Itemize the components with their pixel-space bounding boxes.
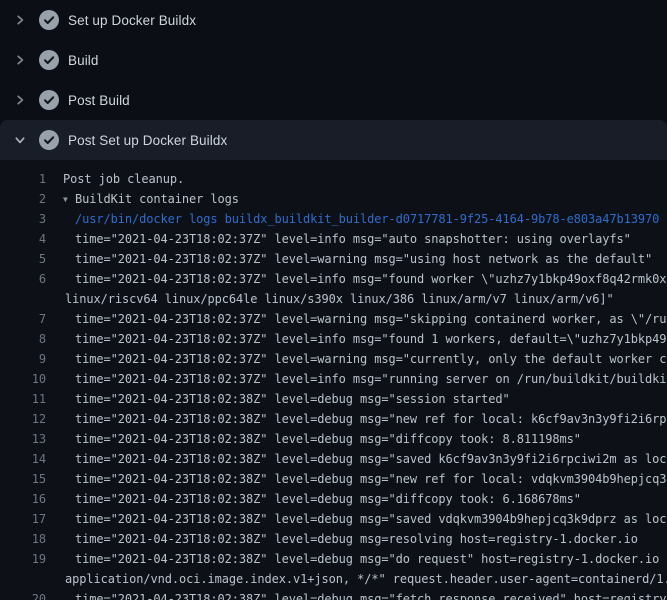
log-text: time="2021-04-23T18:02:37Z" level=info m… <box>46 269 667 289</box>
log-line-number[interactable]: 19 <box>0 549 46 569</box>
log-line-number[interactable] <box>0 289 46 309</box>
log-line: linux/riscv64 linux/ppc64le linux/s390x … <box>0 289 667 309</box>
log-line: 1Post job cleanup. <box>0 169 667 189</box>
log-line: 8time="2021-04-23T18:02:37Z" level=info … <box>0 329 667 349</box>
log-panel: 1Post job cleanup.2▼BuildKit container l… <box>0 160 667 600</box>
log-text: time="2021-04-23T18:02:37Z" level=warnin… <box>46 349 667 369</box>
step-label: Build <box>68 53 99 68</box>
log-line-number[interactable]: 13 <box>0 429 46 449</box>
step-label: Set up Docker Buildx <box>68 13 196 28</box>
step-post-set-up-docker-buildx[interactable]: Post Set up Docker Buildx <box>0 120 667 160</box>
log-line-number[interactable]: 2 <box>0 189 46 209</box>
log-line-number[interactable]: 18 <box>0 529 46 549</box>
log-text: Post job cleanup. <box>46 169 667 189</box>
step-label: Post Set up Docker Buildx <box>68 133 227 148</box>
step-list: Set up Docker Buildx Build Post Build <box>0 0 667 160</box>
log-text: time="2021-04-23T18:02:38Z" level=debug … <box>46 589 667 600</box>
log-line-number[interactable]: 5 <box>0 249 46 269</box>
log-text: time="2021-04-23T18:02:38Z" level=debug … <box>46 449 667 469</box>
group-expanded-icon[interactable]: ▼ <box>63 190 75 209</box>
log-text: time="2021-04-23T18:02:37Z" level=info m… <box>46 329 667 349</box>
log-text: linux/riscv64 linux/ppc64le linux/s390x … <box>46 289 667 309</box>
log-line: 4time="2021-04-23T18:02:37Z" level=info … <box>0 229 667 249</box>
log-line: 15time="2021-04-23T18:02:38Z" level=debu… <box>0 469 667 489</box>
log-line: 16time="2021-04-23T18:02:38Z" level=debu… <box>0 489 667 509</box>
log-line: 6time="2021-04-23T18:02:37Z" level=info … <box>0 269 667 289</box>
log-line: application/vnd.oci.image.index.v1+json,… <box>0 569 667 589</box>
log-line: 3/usr/bin/docker logs buildx_buildkit_bu… <box>0 209 667 229</box>
log-text: time="2021-04-23T18:02:38Z" level=debug … <box>46 429 667 449</box>
log-line-number[interactable]: 4 <box>0 229 46 249</box>
chevron-right-icon[interactable] <box>13 53 27 67</box>
chevron-right-icon[interactable] <box>13 13 27 27</box>
log-command-text: /usr/bin/docker logs buildx_buildkit_bui… <box>46 209 667 229</box>
check-circle-icon <box>39 50 59 70</box>
check-circle-icon <box>39 130 59 150</box>
log-text: time="2021-04-23T18:02:38Z" level=debug … <box>46 509 667 529</box>
log-text: time="2021-04-23T18:02:38Z" level=debug … <box>46 489 667 509</box>
log-line: 18time="2021-04-23T18:02:38Z" level=debu… <box>0 529 667 549</box>
log-line-number[interactable]: 7 <box>0 309 46 329</box>
log-line-number[interactable]: 8 <box>0 329 46 349</box>
log-text: application/vnd.oci.image.index.v1+json,… <box>46 569 667 589</box>
log-text: time="2021-04-23T18:02:38Z" level=debug … <box>46 409 667 429</box>
check-circle-icon <box>39 90 59 110</box>
chevron-right-icon[interactable] <box>13 93 27 107</box>
step-set-up-docker-buildx[interactable]: Set up Docker Buildx <box>0 0 667 40</box>
log-text: ▼BuildKit container logs <box>46 189 667 209</box>
log-line-number[interactable]: 1 <box>0 169 46 189</box>
check-circle-icon <box>39 10 59 30</box>
log-line-number[interactable]: 12 <box>0 409 46 429</box>
step-post-build[interactable]: Post Build <box>0 80 667 120</box>
log-line: 13time="2021-04-23T18:02:38Z" level=debu… <box>0 429 667 449</box>
log-line: 19time="2021-04-23T18:02:38Z" level=debu… <box>0 549 667 569</box>
log-line: 20time="2021-04-23T18:02:38Z" level=debu… <box>0 589 667 600</box>
log-line-number[interactable]: 10 <box>0 369 46 389</box>
log-text: time="2021-04-23T18:02:38Z" level=debug … <box>46 389 667 409</box>
log-line-number[interactable]: 3 <box>0 209 46 229</box>
log-line: 11time="2021-04-23T18:02:38Z" level=debu… <box>0 389 667 409</box>
log-text: time="2021-04-23T18:02:37Z" level=info m… <box>46 369 667 389</box>
log-line-number[interactable]: 14 <box>0 449 46 469</box>
log-line: 14time="2021-04-23T18:02:38Z" level=debu… <box>0 449 667 469</box>
log-text: time="2021-04-23T18:02:38Z" level=debug … <box>46 549 667 569</box>
log-line-number[interactable] <box>0 569 46 589</box>
log-line: 12time="2021-04-23T18:02:38Z" level=debu… <box>0 409 667 429</box>
log-line: 7time="2021-04-23T18:02:37Z" level=warni… <box>0 309 667 329</box>
log-line: 9time="2021-04-23T18:02:37Z" level=warni… <box>0 349 667 369</box>
log-line-number[interactable]: 17 <box>0 509 46 529</box>
log-line-number[interactable]: 9 <box>0 349 46 369</box>
log-text: time="2021-04-23T18:02:38Z" level=debug … <box>46 529 667 549</box>
step-label: Post Build <box>68 93 130 108</box>
log-text: time="2021-04-23T18:02:37Z" level=info m… <box>46 229 667 249</box>
log-line-number[interactable]: 6 <box>0 269 46 289</box>
log-line-number[interactable]: 16 <box>0 489 46 509</box>
log-line: 2▼BuildKit container logs <box>0 189 667 209</box>
log-line: 5time="2021-04-23T18:02:37Z" level=warni… <box>0 249 667 269</box>
log-line-number[interactable]: 11 <box>0 389 46 409</box>
log-text: time="2021-04-23T18:02:37Z" level=warnin… <box>46 309 667 329</box>
log-line-number[interactable]: 20 <box>0 589 46 600</box>
log-line: 17time="2021-04-23T18:02:38Z" level=debu… <box>0 509 667 529</box>
chevron-down-icon[interactable] <box>13 133 27 147</box>
step-build[interactable]: Build <box>0 40 667 80</box>
log-line: 10time="2021-04-23T18:02:37Z" level=info… <box>0 369 667 389</box>
workflow-log-viewer: Set up Docker Buildx Build Post Build <box>0 0 667 600</box>
log-line-number[interactable]: 15 <box>0 469 46 489</box>
log-text: time="2021-04-23T18:02:38Z" level=debug … <box>46 469 667 489</box>
log-text: time="2021-04-23T18:02:37Z" level=warnin… <box>46 249 667 269</box>
